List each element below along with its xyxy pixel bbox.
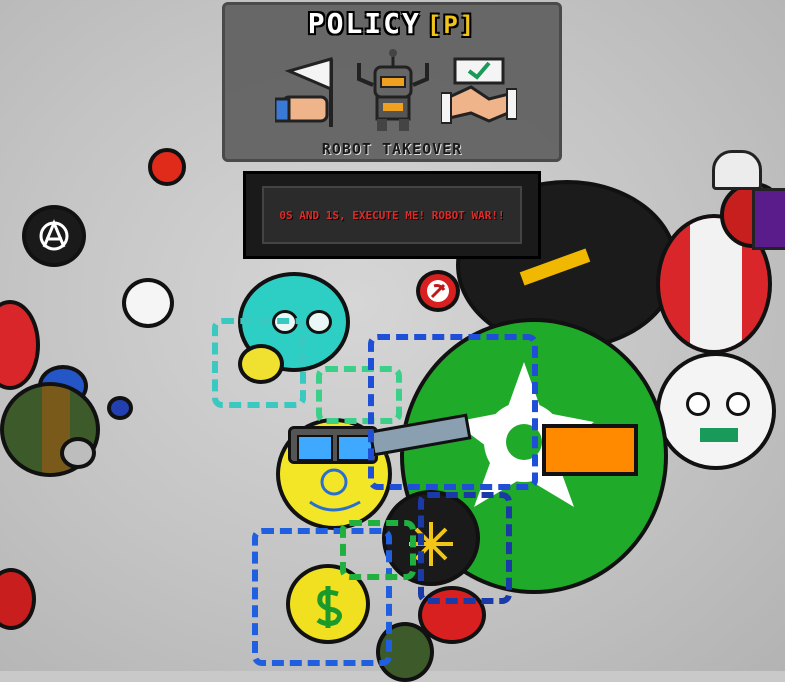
robot-goggles: [288, 426, 378, 464]
countryball-white-right[interactable]: [656, 352, 776, 470]
countryball-grey-small[interactable]: [60, 437, 96, 469]
anarchy-symbol-icon: [39, 219, 69, 251]
policy-hotkey: [P]: [426, 11, 477, 39]
countryball-red-corner[interactable]: [0, 568, 36, 630]
army-border-teal: [212, 318, 306, 408]
countryball-small-red[interactable]: [148, 148, 186, 186]
policy-panel[interactable]: POLICY [P] ROBOT TAKEOVER: [222, 2, 562, 162]
handshake-agreement-icon[interactable]: [440, 49, 518, 133]
countryball-anarchy[interactable]: [22, 205, 86, 267]
event-message: 0S AND 1S, EXECUTE ME! ROBOT WAR!!: [279, 208, 505, 222]
hammer-sickle-icon: [427, 280, 449, 302]
crown-icon: [712, 150, 762, 190]
game-world[interactable]: POLICY [P] ROBOT TAKEOVER 0S AND 1S, EXE…: [0, 0, 785, 682]
orange-eyepatch: [542, 424, 638, 476]
robot-icon[interactable]: [355, 49, 431, 133]
army-border-green-bottom: [340, 520, 416, 580]
countryball-blue-small[interactable]: [107, 396, 133, 420]
countryball-soviet-red[interactable]: [416, 270, 460, 312]
army-border-navy: [418, 492, 512, 604]
purple-banner-flag: [752, 188, 785, 250]
countryball-red-white[interactable]: [0, 300, 40, 390]
policy-title: POLICY [P]: [225, 7, 559, 40]
army-border-blue-large: [368, 334, 538, 490]
surrender-flag-icon[interactable]: [273, 49, 351, 133]
policy-title-text: POLICY: [307, 7, 421, 40]
event-banner-inner: 0S AND 1S, EXECUTE ME! ROBOT WAR!!: [262, 186, 522, 244]
selected-policy-name: ROBOT TAKEOVER: [321, 140, 463, 158]
event-banner: 0S AND 1S, EXECUTE ME! ROBOT WAR!!: [243, 171, 541, 259]
countryball-white-green[interactable]: [122, 278, 174, 328]
